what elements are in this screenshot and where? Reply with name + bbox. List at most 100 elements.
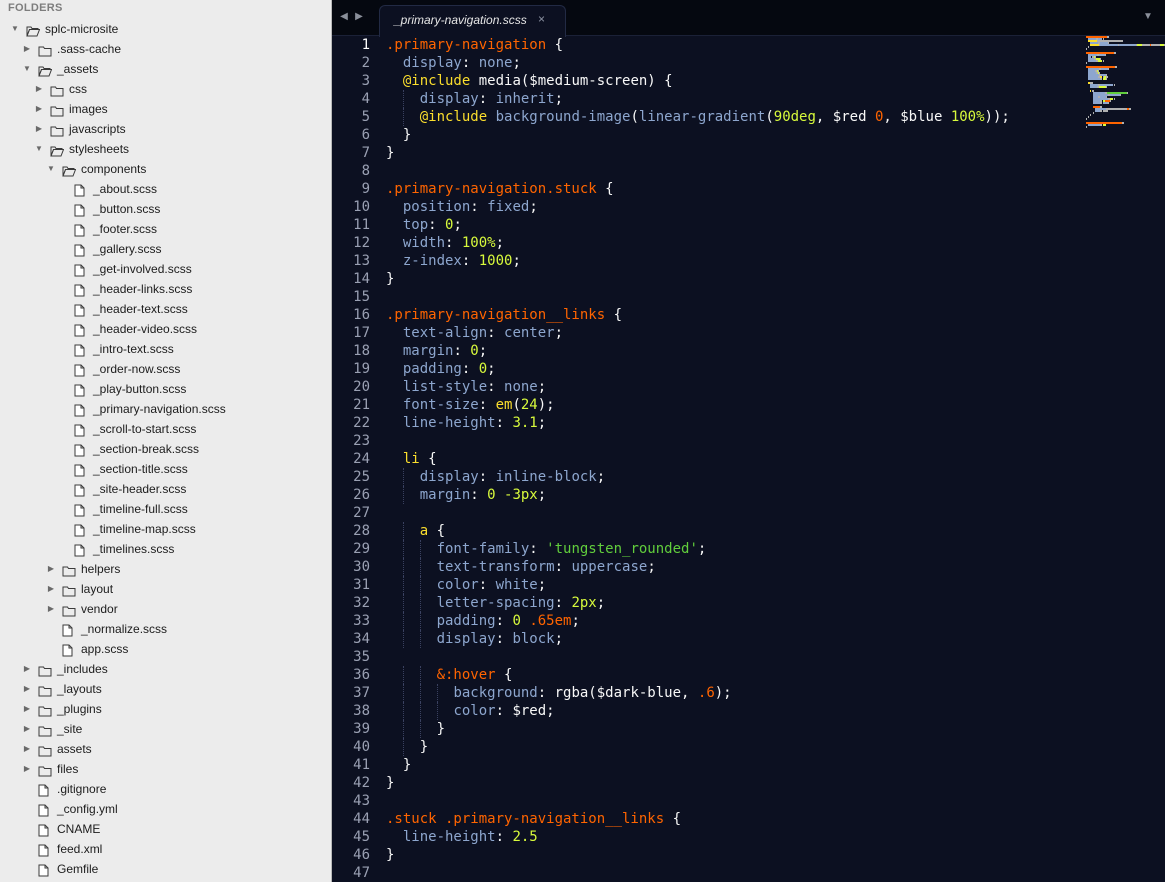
sidebar-file[interactable]: .gitignore	[0, 779, 331, 799]
code-line: letter-spacing: 2px;	[386, 594, 1076, 612]
sidebar-file[interactable]: _normalize.scss	[0, 619, 331, 639]
sidebar-file[interactable]: _header-links.scss	[0, 279, 331, 299]
triangle-left-icon[interactable]: ◀	[338, 10, 350, 24]
tab-primary-navigation[interactable]: _primary-navigation.scss ×	[379, 5, 566, 37]
code-token: {	[419, 451, 437, 467]
sidebar-folder[interactable]: ▶ _includes	[0, 659, 331, 679]
sidebar-file[interactable]: _header-text.scss	[0, 299, 331, 319]
sidebar-folder[interactable]: ▼ _assets	[0, 59, 331, 79]
sidebar-folder[interactable]: ▶ layout	[0, 579, 331, 599]
sidebar-file[interactable]: app.scss	[0, 639, 331, 659]
code-token: :	[428, 217, 446, 233]
sidebar-file[interactable]: CNAME	[0, 819, 331, 839]
disclosure-closed-icon[interactable]: ▶	[46, 579, 56, 599]
chevron-down-icon[interactable]: ▼	[1143, 10, 1155, 24]
sidebar-file[interactable]: _timeline-full.scss	[0, 499, 331, 519]
code-token: color	[453, 703, 496, 719]
minimap-line	[1108, 68, 1110, 70]
sidebar-file[interactable]: _config.yml	[0, 799, 331, 819]
indent-guide	[402, 468, 405, 486]
sidebar-folder[interactable]: ▶ .sass-cache	[0, 39, 331, 59]
sidebar-file[interactable]: _timeline-map.scss	[0, 519, 331, 539]
sidebar-file[interactable]: _section-title.scss	[0, 459, 331, 479]
disclosure-closed-icon[interactable]: ▶	[34, 119, 44, 139]
line-number: 5	[361, 109, 370, 125]
sidebar-file[interactable]: _gallery.scss	[0, 239, 331, 259]
sidebar-folder[interactable]: ▼ stylesheets	[0, 139, 331, 159]
minimap-line	[1086, 126, 1088, 128]
file-icon	[74, 383, 88, 397]
folder-open-icon	[50, 143, 65, 157]
sidebar-file[interactable]: _timelines.scss	[0, 539, 331, 559]
code-line: .primary-navigation.stuck {	[386, 180, 1076, 198]
sidebar-file[interactable]: _section-break.scss	[0, 439, 331, 459]
code-token: }	[436, 721, 446, 737]
sidebar-file[interactable]: _scroll-to-start.scss	[0, 419, 331, 439]
sidebar-file[interactable]: _site-header.scss	[0, 479, 331, 499]
sidebar-file[interactable]: _button.scss	[0, 199, 331, 219]
code-token: {	[428, 523, 446, 539]
indent-guide	[419, 540, 422, 558]
sidebar-folder[interactable]: ▶ images	[0, 99, 331, 119]
disclosure-closed-icon[interactable]: ▶	[22, 719, 32, 739]
sidebar-folder[interactable]: ▶ files	[0, 759, 331, 779]
disclosure-open-icon[interactable]: ▼	[46, 159, 56, 179]
sidebar-file[interactable]: Gemfile	[0, 859, 331, 879]
code-area[interactable]: .primary-navigation { display: none; @in…	[386, 36, 1076, 882]
code-token: top	[402, 217, 429, 233]
disclosure-open-icon[interactable]: ▼	[10, 19, 20, 39]
indent-guide	[402, 630, 405, 648]
sidebar-file[interactable]: _get-involved.scss	[0, 259, 331, 279]
disclosure-closed-icon[interactable]: ▶	[34, 79, 44, 99]
sidebar-folder[interactable]: ▶ _plugins	[0, 699, 331, 719]
minimap-line	[1108, 102, 1110, 104]
sidebar-file[interactable]: _header-video.scss	[0, 319, 331, 339]
disclosure-closed-icon[interactable]: ▶	[22, 739, 32, 759]
line-number: 4	[361, 91, 370, 107]
sidebar-file[interactable]: feed.xml	[0, 839, 331, 859]
sidebar-folder[interactable]: ▶ css	[0, 79, 331, 99]
sidebar-folder[interactable]: ▶ javascripts	[0, 119, 331, 139]
sidebar-folder[interactable]: ▼ splc-microsite	[0, 19, 331, 39]
sidebar-item-label: _order-now.scss	[93, 362, 181, 376]
minimap-line	[1114, 66, 1117, 68]
code-line: color: white;	[386, 576, 1076, 594]
folder-icon	[38, 723, 52, 737]
sidebar-file[interactable]: _about.scss	[0, 179, 331, 199]
sidebar-folder[interactable]: ▶ _layouts	[0, 679, 331, 699]
disclosure-open-icon[interactable]: ▼	[34, 139, 44, 159]
sidebar-file[interactable]: _play-button.scss	[0, 379, 331, 399]
file-icon	[38, 823, 52, 837]
disclosure-open-icon[interactable]: ▼	[22, 59, 32, 79]
minimap[interactable]	[1086, 36, 1165, 136]
minimap-line	[1153, 44, 1160, 46]
sidebar-file[interactable]: _intro-text.scss	[0, 339, 331, 359]
close-icon[interactable]: ×	[538, 12, 545, 26]
disclosure-closed-icon[interactable]: ▶	[34, 99, 44, 119]
sidebar-item-label: _normalize.scss	[81, 622, 168, 636]
sidebar-folder[interactable]: ▶ helpers	[0, 559, 331, 579]
sidebar-folder[interactable]: ▼ components	[0, 159, 331, 179]
code-token: .primary-navigation.stuck	[386, 181, 597, 197]
triangle-right-icon[interactable]: ▶	[353, 10, 365, 24]
disclosure-closed-icon[interactable]: ▶	[22, 659, 32, 679]
sidebar-file[interactable]: _footer.scss	[0, 219, 331, 239]
sidebar-folder[interactable]: ▶ assets	[0, 739, 331, 759]
sidebar-item-label: _play-button.scss	[93, 382, 187, 396]
disclosure-closed-icon[interactable]: ▶	[22, 759, 32, 779]
disclosure-closed-icon[interactable]: ▶	[22, 679, 32, 699]
sidebar-folder[interactable]: ▶ vendor	[0, 599, 331, 619]
disclosure-closed-icon[interactable]: ▶	[46, 559, 56, 579]
sidebar-item-label: .sass-cache	[57, 42, 122, 56]
sidebar-file[interactable]: _order-now.scss	[0, 359, 331, 379]
minimap-line	[1113, 52, 1116, 54]
disclosure-closed-icon[interactable]: ▶	[22, 39, 32, 59]
sidebar-folder[interactable]: ▶ _site	[0, 719, 331, 739]
disclosure-closed-icon[interactable]: ▶	[22, 699, 32, 719]
indent-guide	[402, 486, 405, 504]
sidebar-file[interactable]: _primary-navigation.scss	[0, 399, 331, 419]
file-icon	[74, 243, 88, 257]
disclosure-closed-icon[interactable]: ▶	[46, 599, 56, 619]
